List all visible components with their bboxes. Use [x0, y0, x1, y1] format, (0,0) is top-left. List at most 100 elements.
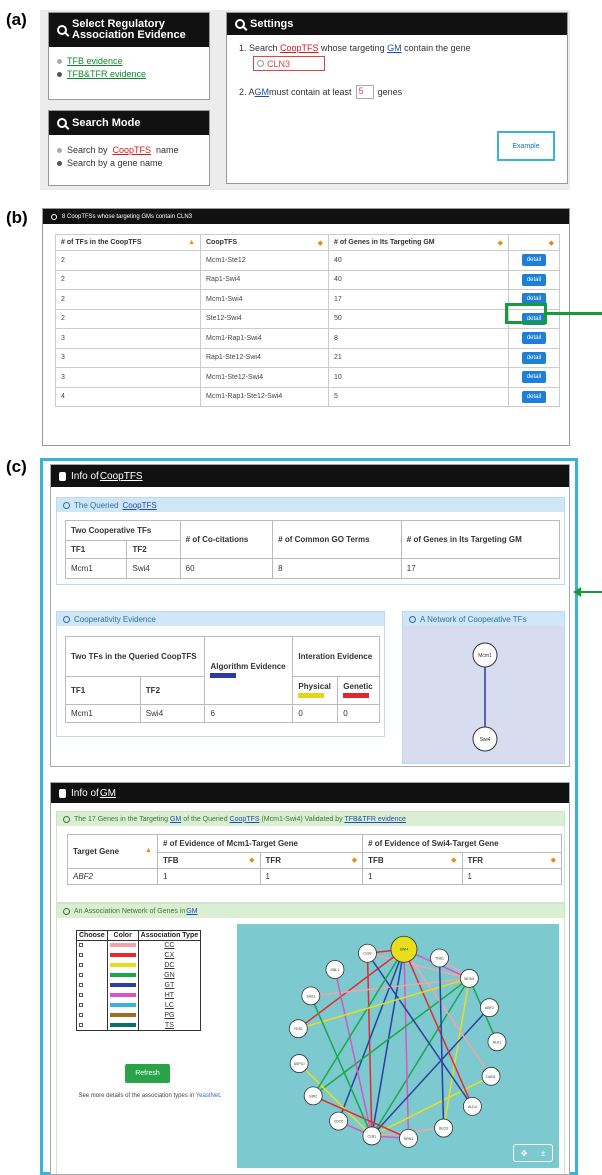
association-type-link[interactable]: GT — [138, 981, 200, 991]
col-tfb[interactable]: TFB ◆ — [362, 852, 463, 869]
association-type-link[interactable]: CX — [138, 951, 200, 961]
cell-tf-count: 3 — [55, 328, 201, 349]
checkbox[interactable] — [79, 1013, 83, 1017]
detail-button[interactable]: detail — [521, 371, 547, 384]
cell-tf-count: 3 — [55, 347, 201, 368]
detail-button[interactable]: detail — [521, 254, 547, 267]
coop-network-panel: A Network of Cooperative TFs Mcm1 Swi4 — [402, 611, 565, 764]
col-cooptfs[interactable]: CoopTFS ◆ — [200, 234, 329, 251]
col-tf1: TF1 — [64, 540, 128, 559]
association-type-link[interactable]: PG — [138, 1011, 200, 1021]
cell-cooptfs: Mcm1-Swi4 — [200, 289, 329, 310]
col-target-gene[interactable]: Target Gene ▲ — [67, 834, 158, 869]
association-type-link[interactable]: TS — [138, 1021, 200, 1031]
col-gene-count[interactable]: # of Genes in Its Targeting GM ◆ — [328, 234, 509, 251]
association-panel: An Association Network of Genes in GM Ch… — [56, 903, 565, 1174]
radio-search-by-cooptfs[interactable]: Search by CoopTFS name — [57, 145, 201, 155]
detail-button[interactable]: detail — [521, 351, 547, 364]
cell-tfr[interactable]: 1 — [461, 868, 563, 885]
choose-cell — [76, 970, 108, 981]
checkbox[interactable] — [79, 953, 83, 957]
cell-target-gene[interactable]: ABF2 — [67, 868, 158, 885]
choose-cell — [76, 980, 108, 991]
color-cell — [107, 1000, 139, 1011]
cell-tfb[interactable]: 1 — [362, 868, 463, 885]
checkbox[interactable] — [79, 943, 83, 948]
col-common-go: # of Common GO Terms — [272, 520, 402, 559]
choose-cell — [76, 1000, 108, 1011]
gene-node-label: SIR2 — [309, 1094, 317, 1098]
checkbox[interactable] — [79, 973, 83, 977]
color-swatch — [109, 1003, 136, 1007]
radio-tfb-tfr-evidence[interactable]: TFB&TFR evidence — [57, 69, 201, 79]
col-tf1: TF1 — [65, 676, 141, 705]
association-type-row: CX — [76, 950, 201, 961]
col-tf-count[interactable]: # of TFs in the CoopTFS ▲ — [55, 234, 201, 251]
cell-cooptfs: Mcm1-Ste12 — [200, 250, 329, 271]
settings-box: Settings 1. Search CoopTFS whose targeti… — [226, 12, 568, 184]
min-genes-input[interactable]: 5 — [355, 85, 374, 99]
cell-tf2[interactable]: Swi4 — [126, 558, 181, 579]
table-row: 3 Rap1-Ste12-Swi4 21 detail — [55, 347, 560, 368]
cell-cocitations[interactable]: 60 — [179, 558, 274, 579]
cell-common-go[interactable]: 8 — [272, 558, 402, 579]
detail-button[interactable]: detail — [521, 273, 547, 286]
col-evidence-mcm1: # of Evidence of Mcm1-Target Gene — [156, 834, 364, 853]
arrow-c-head — [573, 587, 581, 597]
refresh-button[interactable]: Refresh — [125, 1064, 170, 1083]
association-type-link[interactable]: LC — [138, 1001, 200, 1011]
cell-algorithm[interactable]: 6 — [204, 704, 294, 723]
detail-button[interactable]: detail — [521, 390, 547, 403]
col-tfr[interactable]: TFR ◆ — [259, 852, 364, 869]
info-gm-header: Info of GM — [51, 783, 569, 803]
pan-icon[interactable]: ✥ — [521, 1149, 528, 1158]
yeastnet-link[interactable]: YeastNet — [196, 1093, 220, 1099]
association-type-link[interactable]: HT — [138, 991, 200, 1001]
col-tfb[interactable]: TFB ◆ — [156, 852, 261, 869]
choose-cell — [76, 1010, 108, 1021]
checkbox[interactable] — [79, 983, 83, 987]
col-tfr[interactable]: TFR ◆ — [461, 852, 563, 869]
cell-tf-count: 2 — [55, 269, 201, 290]
checkbox[interactable] — [79, 1003, 83, 1007]
cell-tf1[interactable]: Mcm1 — [64, 558, 128, 579]
cell-tfb[interactable]: 1 — [156, 868, 261, 885]
gene-network-canvas[interactable]: CLB2 SWI4 TNS1 MCM1 ABF2 RLK1 DAN1 ALD4 BLD3 SRN1… — [237, 924, 559, 1168]
database-icon — [59, 471, 66, 481]
checkbox[interactable] — [79, 1022, 83, 1027]
col-tf2: TF2 — [126, 540, 181, 559]
color-swatch — [109, 993, 136, 997]
physical-swatch — [298, 692, 325, 698]
info-circle-icon — [63, 615, 70, 623]
panel-label-b: (b) — [6, 208, 28, 227]
example-button[interactable]: Example — [497, 131, 555, 161]
association-type-link[interactable]: GN — [138, 971, 200, 981]
zoom-icon[interactable]: ± — [541, 1149, 545, 1158]
checkbox[interactable] — [79, 993, 83, 997]
cell-gene-count: 40 — [328, 269, 509, 290]
cell-gene-count: 8 — [328, 328, 509, 349]
gene-node-label: SRN1 — [404, 1137, 413, 1141]
col-algorithm: Algorithm Evidence — [204, 636, 294, 705]
checkbox[interactable] — [79, 963, 83, 967]
choose-cell — [76, 990, 108, 1001]
gene-node-label: DBL1 — [331, 968, 340, 972]
cell-cooptfs: Mcm1-Rap1-Ste12-Swi4 — [200, 386, 329, 407]
cell-genes-in-gm[interactable]: 17 — [400, 558, 561, 579]
cell-tfr[interactable]: 1 — [259, 868, 364, 885]
database-icon — [59, 788, 66, 798]
validated-genes-panel: The 17 Genes in the Targeting GM of the … — [56, 811, 565, 903]
gene-input[interactable]: CLN3 — [253, 56, 325, 71]
col-action[interactable]: ◆ — [508, 234, 560, 251]
sort-icon: ◆ — [249, 857, 255, 864]
radio-tfb-evidence[interactable]: TFB evidence — [57, 56, 201, 66]
association-type-link[interactable]: DC — [138, 961, 200, 971]
settings-line-2: 2. A GM must contain at least 5 genes — [239, 85, 403, 99]
detail-button[interactable]: detail — [521, 332, 547, 345]
radio-search-by-gene[interactable]: Search by a gene name — [57, 158, 201, 168]
association-type-link[interactable]: CC — [138, 941, 200, 951]
gene-node-label: CLB2 — [363, 952, 372, 956]
cell-action: detail — [508, 367, 560, 388]
navigation-control[interactable]: ✥ ± — [513, 1144, 553, 1162]
panel-label-c: (c) — [6, 457, 27, 476]
